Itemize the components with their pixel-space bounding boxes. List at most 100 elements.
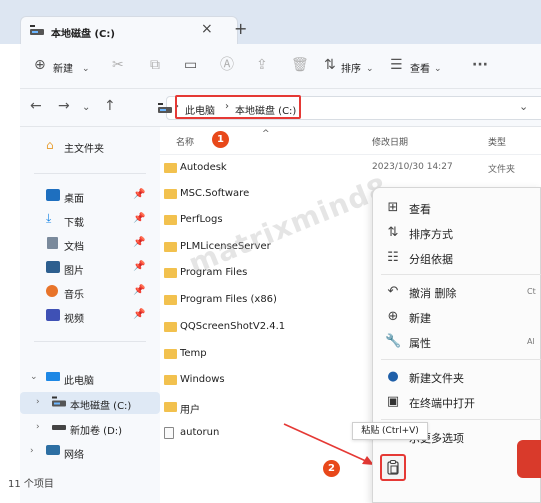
sidebar-item-documents[interactable]: 文档 📌 <box>20 233 160 255</box>
more-button[interactable]: ··· <box>472 57 488 73</box>
file-name: QQScreenShotV2.4.1 <box>180 321 286 332</box>
file-date: 2023/10/30 14:27 <box>372 162 453 172</box>
menu-separator <box>381 419 541 420</box>
paste-button[interactable] <box>380 454 406 481</box>
folder-icon <box>164 163 177 173</box>
command-bar: ⊕ 新建 ⌄ ✂ ⧉ ▭ Ⓐ ⇪ 🗑 ⇅ 排序 ⌄ ☰ 查看 ⌄ ··· <box>20 44 541 89</box>
menu-item-sort-by[interactable]: ⇅ 排序方式 <box>373 221 541 245</box>
drive-icon <box>158 103 172 113</box>
copy-icon[interactable]: ⧉ <box>150 57 160 73</box>
menu-item-new-folder[interactable]: ● 新建文件夹 <box>373 365 541 389</box>
music-icon <box>46 285 58 297</box>
sidebar-item-label: 音乐 <box>64 290 84 301</box>
chevron-down-icon: ⌄ <box>82 64 90 74</box>
folder-icon <box>164 295 177 305</box>
sidebar-item-label: 下载 <box>64 218 84 229</box>
sidebar-item-local-disk-c[interactable]: › 本地磁盘 (C:) <box>20 392 160 414</box>
chevron-down-icon[interactable]: ⌄ <box>30 372 38 382</box>
sidebar-item-desktop[interactable]: 桌面 📌 <box>20 185 160 207</box>
divider <box>34 173 146 174</box>
computer-icon <box>46 372 60 381</box>
address-dropdown-icon[interactable]: ⌄ <box>519 100 528 113</box>
chevron-down-icon: ⌄ <box>434 64 442 74</box>
column-name[interactable]: 名称 <box>176 135 194 148</box>
sidebar-item-network[interactable]: › 网络 <box>20 441 160 463</box>
sort-icon: ⇅ <box>387 225 399 240</box>
sidebar-item-label: 桌面 <box>64 194 84 205</box>
share-icon[interactable]: ⇪ <box>256 57 268 73</box>
file-row[interactable]: Autodesk 2023/10/30 14:27 文件夹 <box>160 158 541 179</box>
grid-icon: ⊞ <box>387 200 399 215</box>
pin-icon: 📌 <box>133 213 146 224</box>
pin-icon: 📌 <box>133 309 146 320</box>
navigation-pane: ⌂ 主文件夹 桌面 📌 ⤓ 下载 📌 文档 📌 图片 📌 音乐 📌 视频 📌 ⌄… <box>8 127 160 503</box>
new-button[interactable]: 新建 <box>53 60 73 75</box>
folder-icon <box>164 242 177 252</box>
up-icon[interactable]: ↑ <box>104 98 116 114</box>
group-icon: ☷ <box>387 250 399 265</box>
file-name: PerfLogs <box>180 214 223 225</box>
sidebar-item-label: 图片 <box>64 266 84 277</box>
sidebar-item-downloads[interactable]: ⤓ 下载 📌 <box>20 209 160 231</box>
document-icon <box>47 237 58 249</box>
drive-icon <box>52 425 66 430</box>
chevron-right-icon[interactable]: › <box>36 397 40 407</box>
sidebar-item-this-pc[interactable]: ⌄ 此电脑 <box>20 367 160 389</box>
new-tab-button[interactable]: + <box>234 19 247 38</box>
sidebar-item-videos[interactable]: 视频 📌 <box>20 305 160 327</box>
sidebar-item-new-volume-d[interactable]: › 新加卷 (D:) <box>20 417 160 439</box>
folder-icon <box>164 349 177 359</box>
address-highlight-box <box>175 95 301 119</box>
close-tab-icon[interactable]: × <box>201 21 213 37</box>
menu-item-view[interactable]: ⊞ 查看 <box>373 196 541 220</box>
folder-icon <box>164 322 177 332</box>
videos-icon <box>46 309 60 321</box>
menu-item-label: 查看 <box>409 203 431 216</box>
desktop-icon <box>46 189 60 201</box>
delete-icon[interactable]: 🗑 <box>291 57 309 73</box>
folder-icon <box>164 215 177 225</box>
column-date-modified[interactable]: 修改日期 <box>372 135 408 148</box>
drive-icon <box>52 396 66 407</box>
sidebar-item-label: 本地磁盘 (C:) <box>70 401 132 412</box>
sidebar-item-label: 新加卷 (D:) <box>70 426 123 437</box>
view-button[interactable]: 查看 <box>410 60 430 75</box>
file-name: Temp <box>180 348 207 359</box>
sidebar-item-pictures[interactable]: 图片 📌 <box>20 257 160 279</box>
pin-icon: 📌 <box>133 237 146 248</box>
menu-item-properties[interactable]: 🔧 属性 Al <box>373 330 541 354</box>
forward-icon[interactable]: → <box>58 98 70 114</box>
file-name: MSC.Software <box>180 188 250 199</box>
sidebar-item-label: 视频 <box>64 314 84 325</box>
sidebar-item-label: 网络 <box>64 450 84 461</box>
drive-icon <box>30 25 44 35</box>
menu-item-new[interactable]: ⊕ 新建 <box>373 305 541 329</box>
menu-item-undo-delete[interactable]: ↶ 撤消 删除 Ct <box>373 280 541 304</box>
tab-local-disk[interactable]: 本地磁盘 (C:) × <box>20 16 238 44</box>
divider <box>34 341 146 342</box>
sidebar-item-home[interactable]: ⌂ 主文件夹 <box>20 135 160 157</box>
file-name: Program Files (x86) <box>180 294 277 305</box>
menu-item-group-by[interactable]: ☷ 分组依据 <box>373 246 541 270</box>
sort-icon: ⇅ <box>324 57 336 73</box>
recent-chevron-icon[interactable]: ⌄ <box>82 100 90 116</box>
rename-icon[interactable]: Ⓐ <box>220 57 234 73</box>
cut-icon[interactable]: ✂ <box>112 57 124 73</box>
sort-button[interactable]: 排序 <box>341 60 361 75</box>
red-side-tab <box>517 440 541 478</box>
paste-tooltip: 粘贴 (Ctrl+V) <box>352 422 428 440</box>
plus-circle-icon: ⊕ <box>387 309 399 324</box>
sort-ascending-icon: ^ <box>262 129 270 139</box>
chevron-right-icon[interactable]: › <box>36 422 40 432</box>
menu-item-open-in-terminal[interactable]: ▣ 在终端中打开 <box>373 390 541 414</box>
sidebar-item-music[interactable]: 音乐 📌 <box>20 281 160 303</box>
chevron-right-icon[interactable]: › <box>30 446 34 456</box>
paste-icon[interactable]: ▭ <box>184 57 197 73</box>
menu-item-shortcut: Ct <box>527 287 536 296</box>
sidebar-item-label: 此电脑 <box>64 376 94 387</box>
menu-item-shortcut: Al <box>527 337 535 346</box>
column-type[interactable]: 类型 <box>488 135 506 148</box>
folder-icon <box>164 402 177 412</box>
network-icon <box>46 445 60 455</box>
back-icon[interactable]: ← <box>30 98 42 114</box>
